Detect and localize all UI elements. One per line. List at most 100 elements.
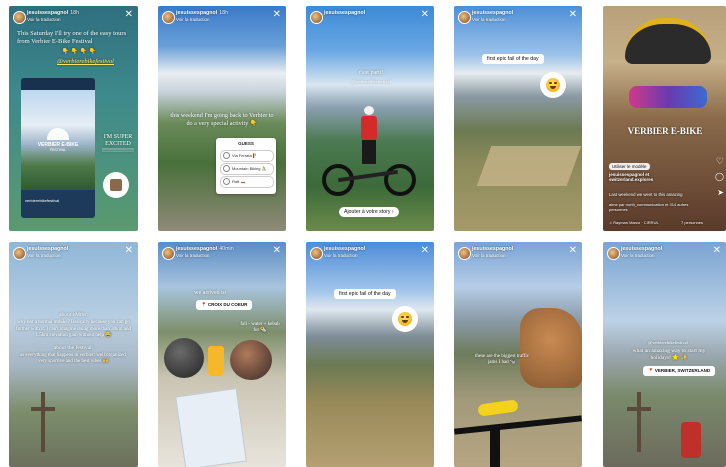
- poll-card[interactable]: GUESS Via Ferrata 🧗 Mountain Biking 🚴 Ra…: [216, 138, 276, 194]
- cross-bar: [31, 407, 55, 411]
- translate-link[interactable]: Voir la traduction: [27, 253, 61, 258]
- translate-link[interactable]: Voir la traduction: [621, 253, 655, 258]
- story-card-4[interactable]: jesuissespagnol Voir la traduction ✕ fir…: [454, 6, 582, 231]
- story-card-6[interactable]: jesuissespagnol Voir la traduction ✕ abo…: [9, 242, 138, 467]
- translate-link[interactable]: Voir la traduction: [472, 253, 506, 258]
- story-caption: first epic fail of the day: [334, 289, 396, 299]
- laughing-emoji-sticker[interactable]: [392, 306, 418, 332]
- story-card-9[interactable]: jesuissespagnol Voir la traduction ✕ the…: [454, 242, 582, 467]
- laughing-emoji-icon: [546, 78, 560, 92]
- avatar[interactable]: [458, 247, 471, 260]
- username[interactable]: jesuissespagnol: [472, 10, 513, 16]
- location-tag[interactable]: 📍 VERBIER, SWITZERLAND: [643, 366, 716, 376]
- liked-by[interactable]: aime par north_communication et 314 autr…: [609, 202, 699, 212]
- comment-icon[interactable]: ◯: [715, 172, 724, 181]
- story-caption: these are the biggest traffic jams I had…: [474, 354, 530, 365]
- username[interactable]: jesuissespagnol 18h: [176, 10, 228, 16]
- avatar[interactable]: [162, 11, 175, 24]
- story-header: jesuissespagnol 40min Voir la traduction …: [162, 246, 282, 262]
- translate-link[interactable]: Voir la traduction: [472, 17, 506, 22]
- heart-icon[interactable]: ♡: [716, 156, 724, 167]
- close-icon[interactable]: ✕: [713, 246, 721, 256]
- laughing-emoji-icon: [398, 312, 412, 326]
- mention-tag[interactable]: @verbierebikefestival: [330, 79, 412, 84]
- story-caption: we arrived to: [194, 290, 226, 296]
- avatar[interactable]: [607, 247, 620, 260]
- sunglasses: [629, 86, 707, 108]
- close-icon[interactable]: ✕: [569, 246, 577, 256]
- laughing-emoji-sticker[interactable]: [540, 72, 566, 98]
- translate-link[interactable]: Voir la traduction: [176, 253, 210, 258]
- close-icon[interactable]: ✕: [569, 10, 577, 20]
- bike-fork: [490, 426, 500, 467]
- festival-logo: VERBIER E-BIKE FESTIVAL: [33, 128, 83, 152]
- followers-count[interactable]: 7 personnes: [681, 220, 725, 225]
- bike: [322, 156, 422, 198]
- translate-link[interactable]: Voir la traduction: [324, 253, 358, 258]
- logo-sub: FESTIVAL: [49, 148, 67, 152]
- shared-post-card[interactable]: VERBIER E-BIKE FESTIVAL verbierebikefest…: [21, 78, 95, 218]
- emoji-row: 👇 👇 👇 👇: [61, 49, 97, 55]
- story-card-8[interactable]: jesuissespagnol Voir la traduction ✕ fir…: [306, 242, 434, 467]
- poll-option-2[interactable]: Mountain Biking 🚴: [220, 163, 274, 175]
- helmet: [625, 18, 711, 64]
- translate-link[interactable]: Voir la traduction: [27, 17, 61, 22]
- share-icon[interactable]: ➤: [717, 188, 724, 197]
- close-icon[interactable]: ✕: [421, 10, 429, 20]
- text-heading-1: about eMtbs:: [59, 312, 88, 318]
- avatar[interactable]: [162, 247, 175, 260]
- text-heading-2: about the festival:: [53, 344, 94, 351]
- username[interactable]: jesuissespagnol: [324, 246, 365, 252]
- helmet-right: [230, 340, 272, 380]
- use-template-button[interactable]: Utiliser le modèle: [609, 163, 650, 170]
- story-card-7[interactable]: jesuissespagnol 40min Voir la traduction …: [158, 242, 286, 467]
- close-icon[interactable]: ✕: [421, 246, 429, 256]
- poll-option-3[interactable]: Raft 🛶: [220, 176, 274, 188]
- username[interactable]: jesuissespagnol: [324, 10, 365, 16]
- juice-bottle: [208, 346, 224, 376]
- overlay-title: VERBIER E-BIKE: [627, 126, 703, 136]
- story-card-2[interactable]: jesuissespagnol 18h Voir la traduction ✕ …: [158, 6, 286, 231]
- avatar[interactable]: [13, 247, 26, 260]
- username[interactable]: jesuissespagnol: [472, 246, 513, 252]
- story-card-1[interactable]: jesuissespagnol 18h Voir la traduction ✕ …: [9, 6, 138, 231]
- location-tag[interactable]: 📍 CROIX DU COEUR: [196, 300, 253, 310]
- story-header: jesuissespagnol Voir la traduction ✕: [458, 246, 578, 262]
- helmet-left: [164, 338, 204, 378]
- username[interactable]: jesuissespagnol 18h: [27, 10, 79, 16]
- sticker[interactable]: [103, 172, 129, 198]
- story-header: jesuissespagnol ✕: [310, 10, 430, 26]
- story-header: jesuissespagnol Voir la traduction ✕: [458, 10, 578, 26]
- story-card-5[interactable]: VERBIER E-BIKE Utiliser le modèle jesuis…: [603, 6, 726, 231]
- avatar[interactable]: [458, 11, 471, 24]
- add-to-story-button[interactable]: Ajouter à votre story ›: [339, 207, 399, 217]
- story-card-3[interactable]: jesuissespagnol ✕ c'est parti! @verbiere…: [306, 6, 434, 231]
- close-icon[interactable]: ✕: [125, 10, 133, 20]
- story-card-10[interactable]: jesuissespagnol Voir la traduction ✕ @ve…: [603, 242, 726, 467]
- close-icon[interactable]: ✕: [273, 10, 281, 20]
- close-icon[interactable]: ✕: [125, 246, 133, 256]
- avatar[interactable]: [13, 11, 26, 24]
- cross-silhouette: [637, 392, 641, 452]
- avatar[interactable]: [310, 247, 323, 260]
- mention-tag[interactable]: @verbierebikefestival: [57, 58, 135, 65]
- story-header: jesuissespagnol 18h Voir la traduction ✕: [162, 10, 282, 26]
- cross-silhouette: [41, 392, 45, 452]
- poll-option-1[interactable]: Via Ferrata 🧗: [220, 150, 274, 162]
- bike-handlebar: [454, 415, 582, 435]
- audio-track[interactable]: ♫ Rayman Marco · CIRRUL: [609, 220, 679, 225]
- close-icon[interactable]: ✕: [273, 246, 281, 256]
- explore-credit[interactable]: jesuissespagnol et switzerland.explores: [609, 172, 709, 182]
- story-text-block: about eMtbs: why not a normal mtbike? Ba…: [15, 312, 132, 366]
- story-caption: what an amazing way to start my holidays…: [632, 348, 706, 361]
- excited-text: I'M SUPER EXCITED !!!!!!!!!!!!!!!!: [102, 134, 134, 154]
- translate-link[interactable]: Voir la traduction: [176, 17, 210, 22]
- map-brochure: [175, 388, 247, 467]
- avatar[interactable]: [310, 11, 323, 24]
- face: [635, 60, 701, 160]
- username[interactable]: jesuissespagnol: [621, 246, 662, 252]
- username[interactable]: jesuissespagnol: [27, 246, 68, 252]
- story-header: jesuissespagnol Voir la traduction ✕: [607, 246, 722, 262]
- username[interactable]: jesuissespagnol 40min: [176, 246, 234, 252]
- mention-tag[interactable]: @verbierebikefestival: [623, 340, 713, 345]
